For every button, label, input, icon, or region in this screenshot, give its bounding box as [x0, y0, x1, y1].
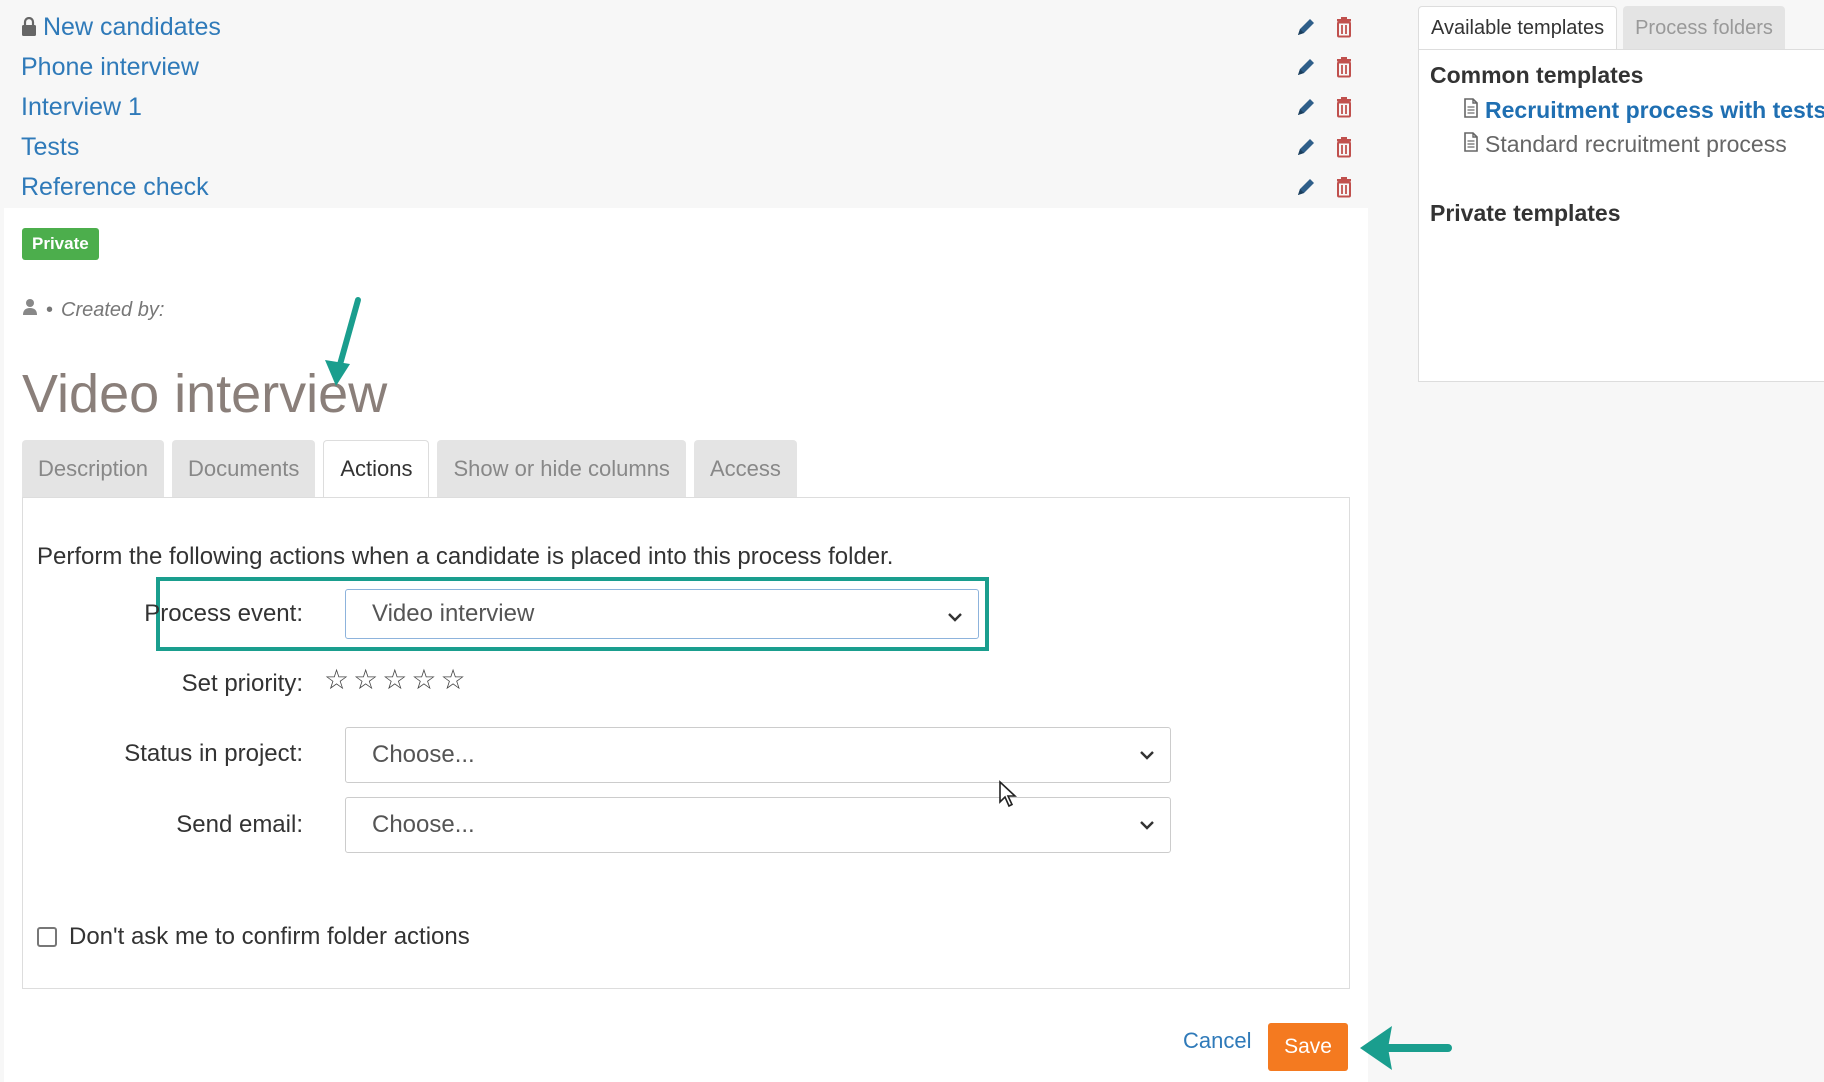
folder-editor-panel: Private • Created by: Video interview De… [4, 208, 1368, 1082]
document-icon [1463, 97, 1479, 124]
save-button[interactable]: Save [1268, 1023, 1348, 1071]
template-item[interactable]: Standard recruitment process [1463, 131, 1787, 158]
pencil-icon[interactable] [1294, 95, 1318, 119]
actions-intro: Perform the following actions when a can… [37, 543, 894, 570]
folder-list: New candidates Phone interview Interview… [0, 0, 1366, 206]
annotation-arrow-icon [1360, 1026, 1452, 1070]
template-item-label: Standard recruitment process [1485, 131, 1787, 157]
private-badge: Private [22, 228, 99, 260]
trash-icon[interactable] [1332, 175, 1356, 199]
chevron-down-icon [1140, 751, 1154, 760]
tab-description[interactable]: Description [22, 440, 165, 498]
tab-process-folders[interactable]: Process folders [1623, 6, 1785, 50]
tab-actions[interactable]: Actions [323, 440, 430, 498]
pencil-icon[interactable] [1294, 15, 1318, 39]
created-by: • Created by: [22, 298, 164, 322]
created-by-label: Created by: [61, 298, 165, 321]
user-icon [22, 298, 38, 322]
chevron-down-icon [1140, 821, 1154, 830]
tab-documents[interactable]: Documents [172, 440, 316, 498]
star-icon[interactable]: ☆ [411, 666, 436, 694]
process-event-label: Process event: [144, 600, 303, 627]
templates-panel: Available templates Process folders Comm… [1418, 0, 1824, 382]
star-icon[interactable]: ☆ [440, 666, 465, 694]
confirm-folder-actions-checkbox[interactable] [37, 927, 57, 947]
tab-access[interactable]: Access [693, 440, 797, 498]
folder-name[interactable]: Interview 1 [21, 93, 142, 122]
folder-name[interactable]: New candidates [43, 13, 221, 42]
trash-icon[interactable] [1332, 95, 1356, 119]
mouse-cursor-icon [999, 780, 1018, 808]
actions-tab-content: Perform the following actions when a can… [22, 497, 1350, 989]
send-email-select[interactable]: Choose... [345, 797, 1171, 853]
star-icon[interactable]: ☆ [353, 666, 378, 694]
pencil-icon[interactable] [1294, 135, 1318, 159]
trash-icon[interactable] [1332, 135, 1356, 159]
template-item[interactable]: Recruitment process with tests [1463, 97, 1824, 124]
pencil-icon[interactable] [1294, 175, 1318, 199]
priority-stars: ☆ ☆ ☆ ☆ ☆ [324, 666, 466, 694]
folder-name[interactable]: Phone interview [21, 53, 199, 82]
confirm-folder-actions-label: Don't ask me to confirm folder actions [69, 923, 470, 950]
folder-row-reference-check[interactable]: Reference check [21, 167, 1356, 207]
common-templates-heading: Common templates [1430, 62, 1644, 88]
folder-name[interactable]: Tests [21, 133, 79, 162]
lock-icon [21, 17, 37, 37]
trash-icon[interactable] [1332, 15, 1356, 39]
template-item-label: Recruitment process with tests [1485, 97, 1824, 123]
tab-available-templates[interactable]: Available templates [1418, 6, 1618, 50]
status-select[interactable]: Choose... [345, 727, 1171, 783]
process-event-select[interactable]: Video interview [345, 589, 979, 639]
tab-bar: Description Documents Actions Show or hi… [22, 440, 797, 498]
templates-body: Common templates Recruitment process wit… [1418, 49, 1824, 382]
send-email-label: Send email: [176, 811, 303, 838]
bullet: • [46, 298, 54, 321]
cancel-button[interactable]: Cancel [1183, 1028, 1251, 1054]
star-icon[interactable]: ☆ [324, 666, 349, 694]
star-icon[interactable]: ☆ [382, 666, 407, 694]
document-icon [1463, 131, 1479, 158]
folder-row-new-candidates[interactable]: New candidates [21, 7, 1356, 47]
send-email-value: Choose... [372, 811, 475, 838]
annotation-arrow-icon [325, 297, 361, 386]
pencil-icon[interactable] [1294, 55, 1318, 79]
trash-icon[interactable] [1332, 55, 1356, 79]
folder-row-tests[interactable]: Tests [21, 127, 1356, 167]
priority-label: Set priority: [181, 670, 303, 697]
tab-show-hide-columns[interactable]: Show or hide columns [437, 440, 686, 498]
confirm-folder-actions-row: Don't ask me to confirm folder actions [37, 923, 470, 951]
templates-tab-bar: Available templates Process folders [1418, 6, 1785, 50]
private-templates-heading: Private templates [1430, 200, 1621, 226]
folder-row-phone-interview[interactable]: Phone interview [21, 47, 1356, 87]
process-event-value: Video interview [372, 600, 535, 627]
chevron-down-icon [948, 613, 962, 622]
folder-name[interactable]: Reference check [21, 173, 209, 202]
status-label: Status in project: [124, 740, 303, 767]
status-value: Choose... [372, 741, 475, 768]
folder-row-interview-1[interactable]: Interview 1 [21, 87, 1356, 127]
